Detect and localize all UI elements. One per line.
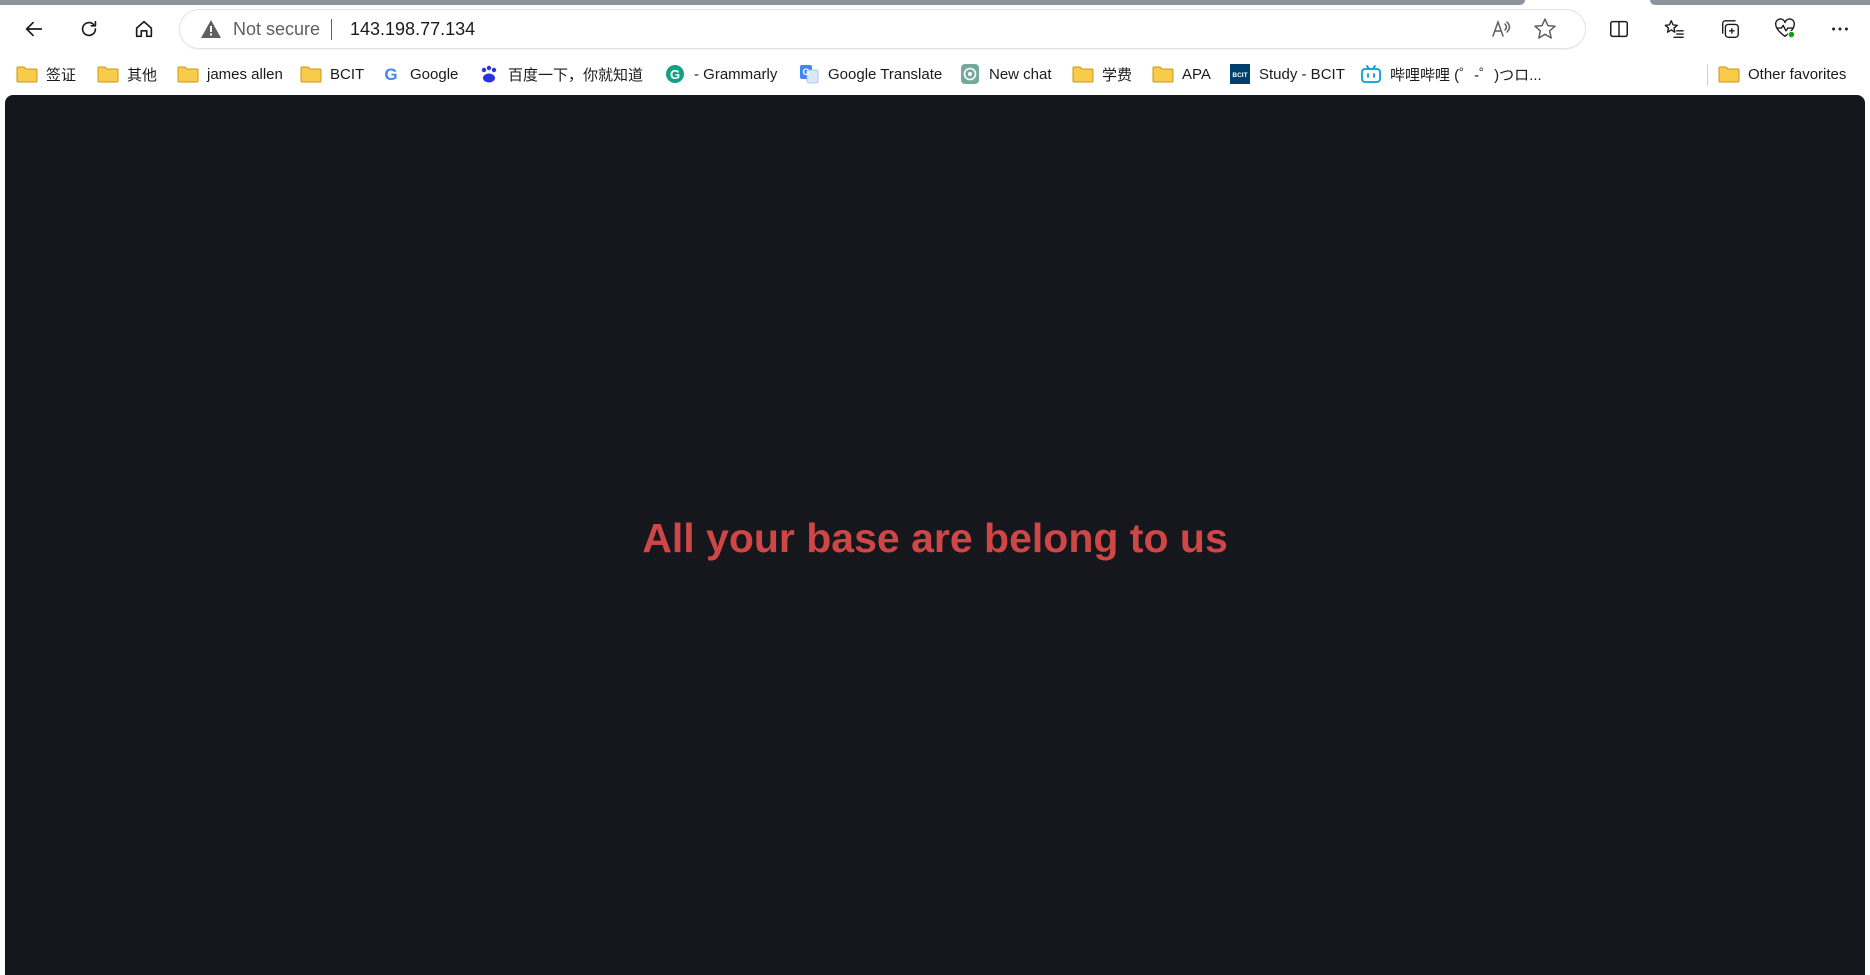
bookmark-folder[interactable]: 签证	[16, 61, 76, 87]
split-screen-button[interactable]	[1601, 11, 1637, 47]
baidu-icon	[478, 64, 500, 84]
favorites-button[interactable]	[1656, 11, 1692, 47]
bookmark-folder[interactable]: APA	[1152, 61, 1211, 87]
read-aloud-icon[interactable]	[1488, 16, 1514, 42]
bookmark-label: 学费	[1102, 66, 1133, 84]
bookmark-label: 哔哩哔哩 (゜-゜)つロ...	[1390, 66, 1542, 84]
more-button[interactable]	[1822, 11, 1858, 47]
bookmark-label: BCIT	[330, 65, 365, 83]
folder-icon	[1718, 64, 1740, 84]
split-screen-icon	[1610, 20, 1628, 38]
bookmark-folder[interactable]: 其他	[97, 61, 157, 87]
more-icon	[1832, 27, 1848, 31]
address-bar[interactable]: Not secure 143.198.77.134	[180, 10, 1585, 48]
bookmark-label: Other favorites	[1748, 65, 1847, 83]
bookmark-folder[interactable]: BCIT	[300, 61, 364, 87]
collections-button[interactable]	[1712, 11, 1748, 47]
bookmark-label: Study - BCIT	[1259, 65, 1345, 83]
page-headline: All your base are belong to us	[642, 515, 1228, 561]
bookmark-label: 其他	[127, 66, 158, 84]
page-content: All your base are belong to us	[5, 95, 1865, 975]
svg-text:G: G	[802, 67, 809, 77]
svg-text:G: G	[670, 67, 680, 82]
bookmark-link[interactable]: 百度一下，你就知道	[478, 61, 643, 87]
performance-button[interactable]	[1767, 11, 1803, 47]
home-button[interactable]	[126, 11, 162, 47]
bookmark-label: 百度一下，你就知道	[508, 66, 644, 84]
bookmark-label: Google Translate	[828, 65, 943, 83]
folder-icon	[1072, 64, 1094, 84]
back-arrow-icon	[25, 21, 43, 37]
svg-text:BCIT: BCIT	[1232, 72, 1247, 79]
bookmark-folder[interactable]: james allen	[177, 61, 283, 87]
warning-icon[interactable]	[200, 19, 222, 39]
grammarly-icon: G	[664, 64, 686, 84]
favorites-divider	[1707, 64, 1708, 86]
bookmark-label: APA	[1182, 65, 1211, 83]
address-divider	[331, 19, 332, 40]
star-icon[interactable]	[1532, 16, 1558, 42]
bilibili-icon	[1360, 64, 1382, 84]
bookmark-label: james allen	[207, 65, 283, 83]
bookmark-link[interactable]: G Google	[380, 61, 458, 87]
home-icon	[135, 20, 153, 38]
bookmark-link[interactable]: 哔哩哔哩 (゜-゜)つロ...	[1360, 61, 1542, 87]
bookmark-link[interactable]: New chat	[959, 61, 1052, 87]
folder-icon	[300, 64, 322, 84]
chatgpt-icon	[959, 64, 981, 84]
other-favorites-folder[interactable]: Other favorites	[1718, 61, 1846, 87]
favorites-list-icon	[1664, 20, 1684, 38]
url-text[interactable]: 143.198.77.134	[350, 19, 475, 39]
collections-icon	[1721, 20, 1739, 38]
svg-text:G: G	[384, 65, 397, 84]
google-icon: G	[380, 64, 402, 84]
folder-icon	[16, 64, 38, 84]
bookmark-link[interactable]: G Google Translate	[798, 61, 942, 87]
security-label[interactable]: Not secure	[233, 19, 320, 39]
bookmark-label: 签证	[46, 66, 77, 84]
browser-toolbar: Not secure 143.198.77.134	[0, 5, 1870, 53]
folder-icon	[97, 64, 119, 84]
bookmark-link[interactable]: G - Grammarly	[664, 61, 777, 87]
folder-icon	[177, 64, 199, 84]
bcit-icon: BCIT	[1229, 64, 1251, 84]
folder-icon	[1152, 64, 1174, 84]
favorites-bar: 签证 其他 james allen BCIT G Google 百度一下，你就知…	[0, 55, 1870, 95]
refresh-button[interactable]	[71, 11, 107, 47]
heartbeat-icon	[1775, 18, 1796, 39]
bookmark-label: - Grammarly	[694, 65, 778, 83]
bookmark-link[interactable]: BCIT Study - BCIT	[1229, 61, 1345, 87]
bookmark-label: Google	[410, 65, 459, 83]
back-button[interactable]	[16, 11, 52, 47]
bookmark-folder[interactable]: 学费	[1072, 61, 1132, 87]
bookmark-label: New chat	[989, 65, 1052, 83]
refresh-icon	[81, 20, 97, 37]
google-translate-icon: G	[798, 64, 820, 84]
